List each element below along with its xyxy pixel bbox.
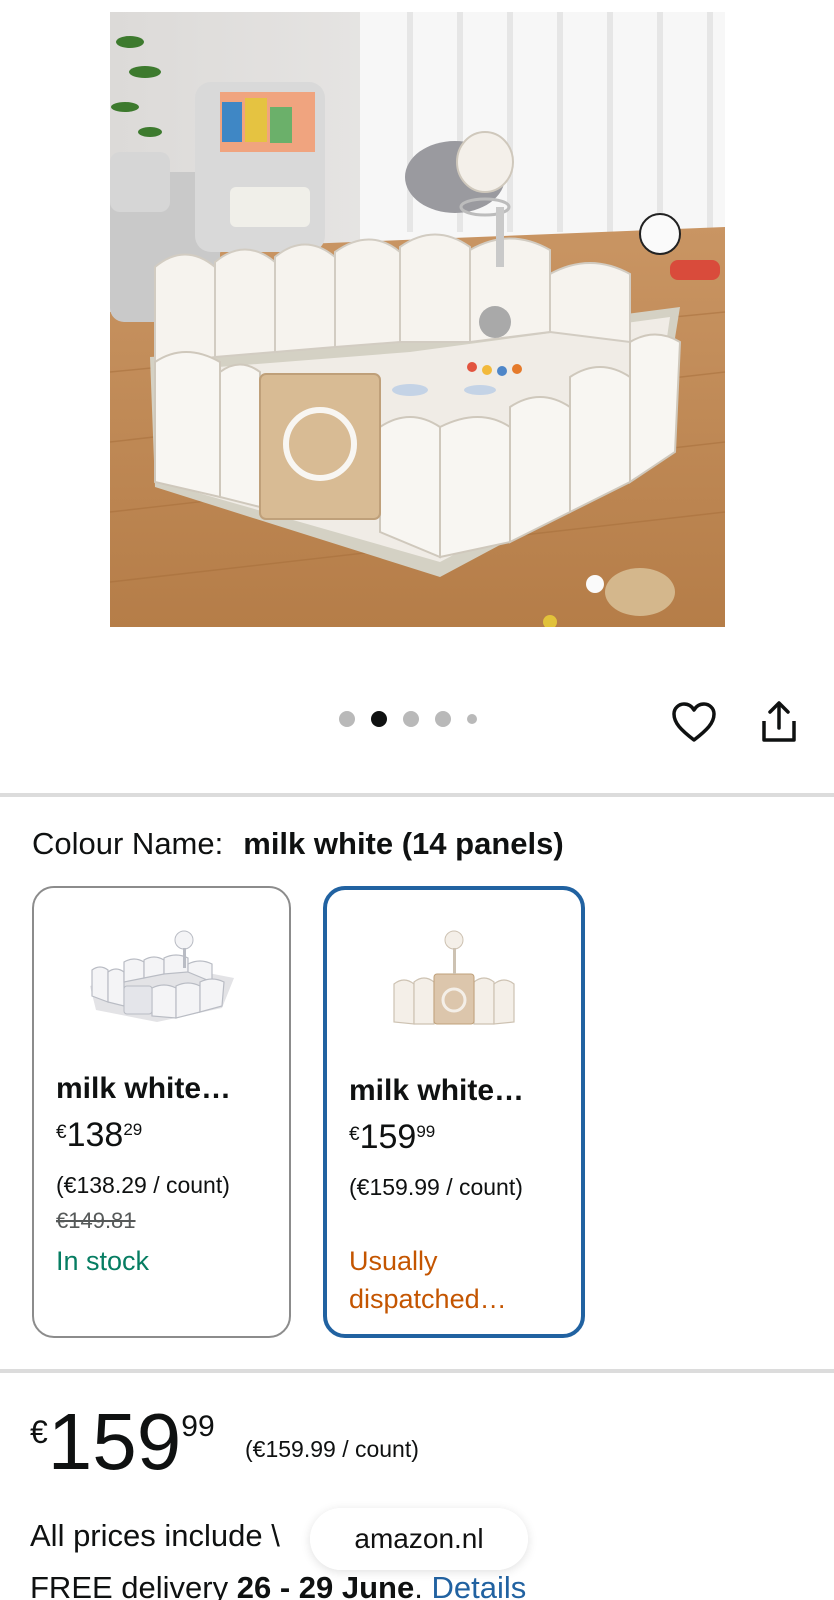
delivery-separator: .	[414, 1570, 423, 1600]
product-image[interactable]	[110, 12, 725, 627]
colour-selector-heading: Colour Name: milk white (14 panels)	[32, 826, 564, 862]
carousel-dot[interactable]	[435, 711, 451, 727]
variant-unit-price: (€159.99 / count)	[349, 1174, 523, 1200]
section-divider	[0, 1369, 834, 1373]
variant-currency: €	[56, 1122, 67, 1143]
section-divider	[0, 793, 834, 797]
heart-icon	[672, 702, 716, 742]
colour-label: Colour Name:	[32, 826, 224, 861]
product-price: €15999	[30, 1402, 215, 1482]
delivery-info: FREE delivery 26 - 29 June. Details	[30, 1570, 526, 1600]
variant-price-fraction: 29	[123, 1120, 143, 1139]
variant-price-whole: 138	[66, 1116, 124, 1154]
share-button[interactable]	[753, 696, 805, 748]
carousel-dot[interactable]	[403, 711, 419, 727]
variant-card[interactable]: milk white… €13829 (€138.29 / count) €14…	[32, 886, 291, 1338]
playpen-photo	[110, 12, 725, 627]
wishlist-button[interactable]	[668, 696, 720, 748]
delivery-dates: 26 - 29 June	[236, 1570, 415, 1600]
delivery-prefix: FREE delivery	[30, 1570, 229, 1600]
variant-thumbnail	[393, 930, 515, 1025]
price-currency: €	[30, 1414, 48, 1450]
variant-currency: €	[349, 1124, 360, 1145]
carousel-dot[interactable]	[467, 714, 477, 724]
variant-unit-price: (€138.29 / count)	[56, 1172, 230, 1198]
variant-title: milk white…	[56, 1072, 232, 1105]
variant-card-selected[interactable]: milk white… €15999 (€159.99 / count) Usu…	[323, 886, 585, 1338]
price-fraction: 99	[181, 1410, 215, 1443]
price-unit: (€159.99 / count)	[245, 1436, 419, 1462]
variant-thumbnail	[89, 930, 234, 1022]
variant-price-whole: 159	[359, 1118, 417, 1156]
colour-value: milk white (14 panels)	[243, 826, 564, 861]
url-bar[interactable]: amazon.nl	[310, 1508, 528, 1570]
variant-title: milk white…	[349, 1074, 525, 1107]
carousel-dot-active[interactable]	[371, 711, 387, 727]
image-carousel-dots[interactable]	[339, 711, 477, 727]
share-icon	[762, 701, 796, 742]
variant-availability: Usually dispatched…	[349, 1246, 507, 1314]
variant-price: €13829	[56, 1116, 142, 1155]
variant-availability: In stock	[56, 1246, 150, 1276]
vat-notice: All prices include \	[30, 1518, 280, 1553]
variant-price-fraction: 99	[416, 1122, 436, 1141]
variant-price: €15999	[349, 1118, 435, 1157]
url-domain: amazon.nl	[354, 1523, 484, 1554]
delivery-details-link[interactable]: Details	[431, 1570, 526, 1600]
carousel-dot[interactable]	[339, 711, 355, 727]
price-whole: 159	[47, 1397, 182, 1486]
variant-was-price: €149.81	[56, 1208, 136, 1233]
